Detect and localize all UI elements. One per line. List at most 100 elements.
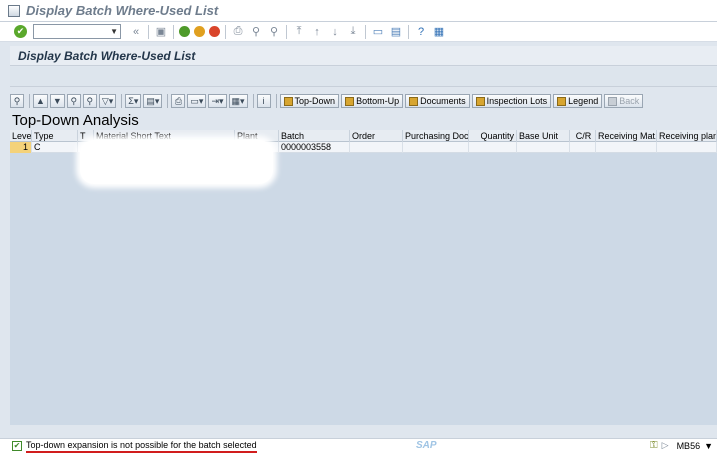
help-icon[interactable]: ?: [414, 25, 428, 39]
system-toolbar: ✔ ▼ « ▣ ⎙ ⚲ ⚲ ⤒ ↑ ↓ ⤓ ▭ ▤ ? ▦: [0, 22, 717, 42]
separator: [286, 24, 287, 39]
previous-page-icon[interactable]: ↑: [310, 25, 324, 39]
enter-icon[interactable]: ✔: [14, 25, 27, 38]
total-icon[interactable]: Σ▾: [125, 94, 142, 108]
find-icon[interactable]: ⚲: [66, 94, 81, 108]
purchasing-doc-cell[interactable]: [403, 142, 469, 153]
information-icon[interactable]: i: [256, 94, 271, 108]
column-header[interactable]: Batch: [279, 130, 350, 142]
inspection-lots-label: Inspection Lots: [486, 96, 548, 106]
back-button[interactable]: Back: [604, 94, 644, 108]
column-header[interactable]: Level: [10, 130, 32, 142]
collapse-icon[interactable]: «: [129, 25, 143, 39]
separator: [225, 24, 226, 39]
print-preview-icon[interactable]: ⎙: [171, 94, 186, 108]
new-session-icon[interactable]: ▭: [371, 25, 385, 39]
cr-cell[interactable]: [570, 142, 596, 153]
find-next-icon[interactable]: ⚲: [82, 94, 97, 108]
back-icon[interactable]: [179, 26, 190, 37]
details-icon[interactable]: ⚲: [10, 94, 24, 108]
receiving-plant-cell[interactable]: [657, 142, 717, 153]
separator: [167, 94, 169, 108]
where-used-grid: Level Type T Material Short Text Plant B…: [10, 130, 717, 425]
back-icon: [608, 96, 618, 106]
column-header[interactable]: Receiving plant: [657, 130, 717, 142]
bottom-up-button[interactable]: Bottom-Up: [341, 94, 404, 108]
inspection-lots-button[interactable]: Inspection Lots: [471, 94, 552, 108]
expand-status-icon[interactable]: ▷: [662, 440, 669, 451]
status-message[interactable]: Top-down expansion is not possible for t…: [26, 440, 257, 453]
views-icon[interactable]: ▭▾: [187, 94, 207, 108]
column-header[interactable]: Purchasing Doc.: [403, 130, 469, 142]
separator: [275, 94, 277, 108]
column-header[interactable]: Quantity: [469, 130, 517, 142]
order-cell[interactable]: [350, 142, 403, 153]
documents-button[interactable]: Documents: [405, 94, 470, 108]
page-title: Top-Down Analysis: [12, 112, 139, 129]
separator: [365, 24, 366, 39]
screen-title-bar: Display Batch Where-Used List: [10, 46, 717, 66]
legend-label: Legend: [568, 96, 599, 106]
top-down-label: Top-Down: [294, 96, 336, 106]
documents-label: Documents: [420, 96, 466, 106]
separator: [173, 24, 174, 39]
transaction-code: MB56: [676, 440, 701, 451]
sap-logo: SAP: [416, 440, 437, 451]
chevron-down-icon[interactable]: ▼: [110, 25, 118, 38]
separator: [148, 24, 149, 39]
level-cell[interactable]: 1: [10, 142, 32, 153]
save-icon[interactable]: ▣: [154, 25, 168, 39]
status-info: ⚿ ▷ MB56 ▼: [650, 440, 713, 451]
cancel-icon[interactable]: [209, 26, 220, 37]
bottom-up-label: Bottom-Up: [356, 96, 400, 106]
legend-icon: [557, 96, 567, 106]
customize-layout-icon[interactable]: ▦: [432, 25, 446, 39]
application-toolbar: [10, 67, 717, 87]
inspection-lots-icon: [475, 96, 485, 106]
column-header[interactable]: Receiving Mat.: [596, 130, 657, 142]
column-header[interactable]: Order: [350, 130, 403, 142]
separator: [121, 94, 123, 108]
legend-button[interactable]: Legend: [553, 94, 603, 108]
documents-icon: [409, 96, 419, 106]
column-header[interactable]: C/R: [570, 130, 596, 142]
next-page-icon[interactable]: ↓: [328, 25, 342, 39]
back-label: Back: [619, 96, 640, 106]
export-icon[interactable]: ⇥▾: [208, 94, 227, 108]
status-bar: ✔ Top-down expansion is not possible for…: [0, 438, 717, 453]
exit-icon[interactable]: [194, 26, 205, 37]
layout-icon[interactable]: ▦▾: [228, 94, 248, 108]
bottom-up-icon: [345, 96, 355, 106]
window-title-bar: Display Batch Where-Used List: [0, 0, 717, 22]
column-header[interactable]: Base Unit: [517, 130, 570, 142]
window-title: Display Batch Where-Used List: [26, 3, 219, 18]
find-icon[interactable]: ⚲: [249, 25, 263, 39]
find-next-icon[interactable]: ⚲: [267, 25, 281, 39]
last-page-icon[interactable]: ⤓: [346, 25, 360, 39]
screen-title: Display Batch Where-Used List: [18, 48, 196, 63]
batch-cell[interactable]: 0000003558: [279, 142, 350, 153]
type-cell[interactable]: C: [32, 142, 78, 153]
alv-toolbar: ⚲ ▲ ▼ ⚲ ⚲ ▽▾ Σ▾ ▤▾ ⎙ ▭▾ ⇥▾ ▦▾ i Top-Down…: [10, 93, 717, 109]
subtotal-icon[interactable]: ▤▾: [143, 94, 163, 108]
redaction-mask: [80, 140, 273, 184]
print-icon[interactable]: ⎙: [231, 25, 245, 39]
status-message-icon[interactable]: ✔: [12, 441, 22, 451]
quantity-cell[interactable]: [469, 142, 517, 153]
filter-icon[interactable]: ▽▾: [98, 94, 117, 108]
command-field[interactable]: ▼: [33, 24, 121, 39]
separator: [252, 94, 254, 108]
column-header[interactable]: Type: [32, 130, 78, 142]
chevron-down-icon[interactable]: ▼: [704, 441, 713, 451]
base-unit-cell[interactable]: [517, 142, 570, 153]
top-down-icon: [283, 96, 293, 106]
sort-ascending-icon[interactable]: ▲: [33, 94, 48, 108]
separator: [408, 24, 409, 39]
key-icon[interactable]: ⚿: [650, 440, 658, 451]
receiving-mat-cell[interactable]: [596, 142, 657, 153]
top-down-button[interactable]: Top-Down: [279, 94, 340, 108]
sort-descending-icon[interactable]: ▼: [49, 94, 65, 108]
shortcut-icon[interactable]: ▤: [389, 25, 403, 39]
separator: [29, 94, 30, 108]
first-page-icon[interactable]: ⤒: [292, 25, 306, 39]
